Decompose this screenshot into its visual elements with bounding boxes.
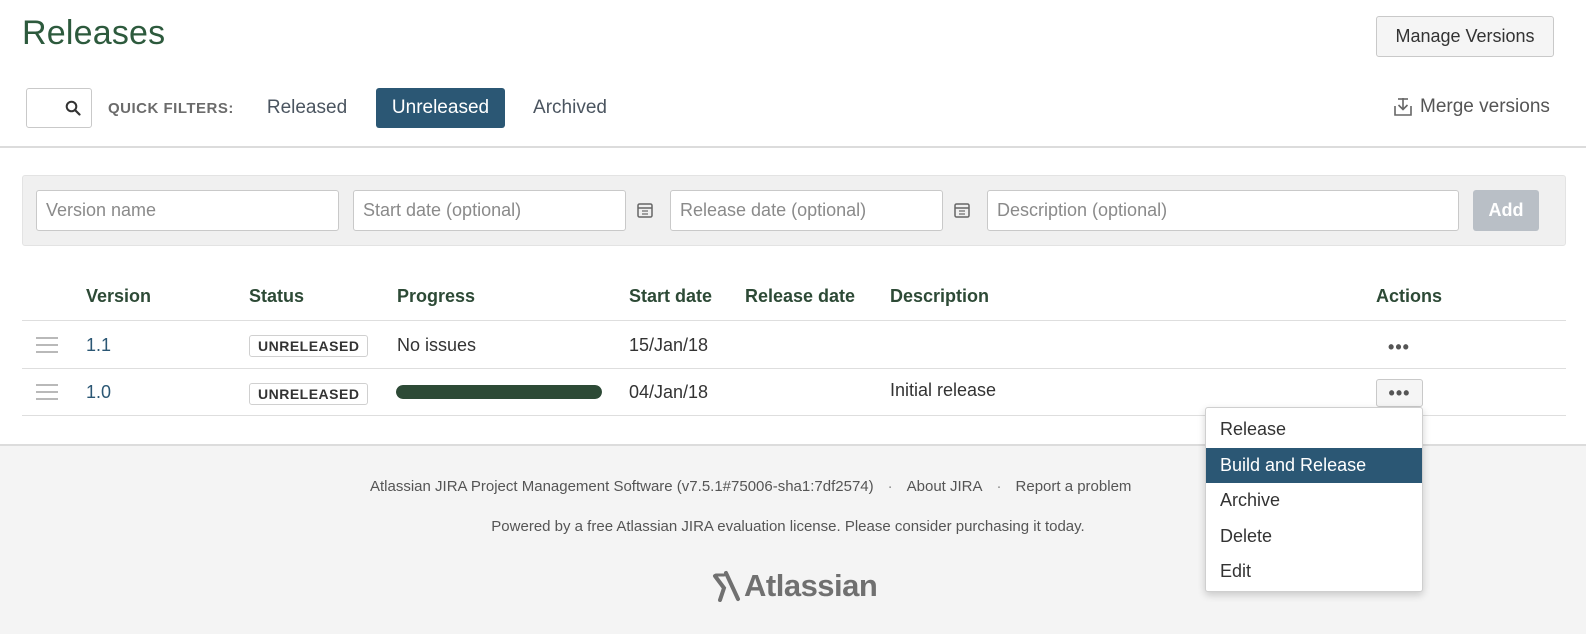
actions-more-button[interactable]: ••• <box>1376 379 1423 407</box>
version-name-input[interactable]: Version name <box>36 190 339 231</box>
about-jira-link[interactable]: About JIRA <box>907 478 983 495</box>
progress-bar-fill <box>396 385 602 399</box>
add-button[interactable]: Add <box>1473 190 1539 231</box>
row-divider <box>22 320 1566 321</box>
status-badge: UNRELEASED <box>249 383 369 405</box>
atlassian-logo-text: Atlassian <box>744 568 878 603</box>
release-date-input[interactable]: Release date (optional) <box>670 190 943 231</box>
column-header-status: Status <box>249 286 305 306</box>
menu-item-release[interactable]: Release <box>1206 412 1422 448</box>
progress-bar <box>396 385 602 399</box>
row-divider <box>22 368 1566 369</box>
merge-versions-link[interactable]: Merge versions <box>1392 96 1550 118</box>
column-header-actions: Actions <box>1376 286 1443 306</box>
start-date-cell: 04/Jan/18 <box>629 382 709 402</box>
manage-versions-button[interactable]: Manage Versions <box>1376 16 1554 57</box>
column-header-version: Version <box>86 286 152 306</box>
filter-released[interactable]: Released <box>256 88 358 128</box>
calendar-icon[interactable] <box>953 200 971 220</box>
start-date-cell: 15/Jan/18 <box>629 335 709 355</box>
column-header-description: Description <box>890 286 990 306</box>
progress-text: No issues <box>397 335 477 355</box>
search-input[interactable] <box>26 88 92 128</box>
actions-more-icon[interactable]: ••• <box>1376 334 1422 360</box>
drag-handle-icon[interactable] <box>36 337 58 358</box>
footer-software-version: Atlassian JIRA Project Management Softwa… <box>370 478 874 495</box>
menu-item-build-and-release[interactable]: Build and Release <box>1206 447 1422 483</box>
quick-filters-label: QUICK FILTERS: <box>108 100 234 117</box>
footer-links: Atlassian JIRA Project Management Softwa… <box>370 478 1131 495</box>
calendar-icon[interactable] <box>636 200 654 220</box>
merge-versions-label: Merge versions <box>1420 96 1550 117</box>
description-input[interactable]: Description (optional) <box>987 190 1459 231</box>
start-date-input[interactable]: Start date (optional) <box>353 190 626 231</box>
version-link[interactable]: 1.1 <box>86 335 111 356</box>
footer-separator: · <box>996 478 1002 495</box>
drag-handle-icon[interactable] <box>36 384 58 405</box>
actions-dropdown-menu: Release Build and Release Archive Delete… <box>1205 407 1423 592</box>
atlassian-logo-icon <box>713 571 740 602</box>
menu-item-delete[interactable]: Delete <box>1206 519 1422 555</box>
menu-item-archive[interactable]: Archive <box>1206 483 1422 519</box>
page-title: Releases <box>22 14 166 52</box>
search-icon <box>65 100 81 116</box>
status-badge: UNRELEASED <box>249 335 369 357</box>
version-link[interactable]: 1.0 <box>86 382 111 403</box>
footer-separator: · <box>887 478 893 495</box>
description-cell: Initial release <box>890 380 997 400</box>
atlassian-logo[interactable]: Atlassian <box>712 568 878 604</box>
report-problem-link[interactable]: Report a problem <box>1016 478 1132 495</box>
merge-icon <box>1394 98 1412 116</box>
column-header-release-date: Release date <box>745 286 856 306</box>
column-header-start-date: Start date <box>629 286 713 306</box>
divider <box>0 146 1586 148</box>
filter-unreleased[interactable]: Unreleased <box>376 88 505 128</box>
menu-item-edit[interactable]: Edit <box>1206 554 1422 590</box>
filter-archived[interactable]: Archived <box>522 88 618 128</box>
column-header-progress: Progress <box>397 286 476 306</box>
